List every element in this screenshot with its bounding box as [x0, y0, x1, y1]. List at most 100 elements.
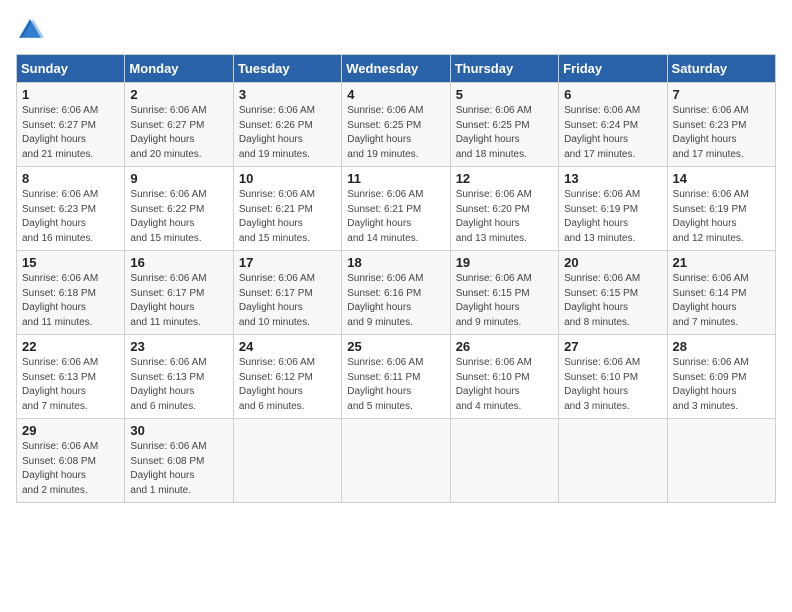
calendar-cell: [233, 419, 341, 503]
calendar-cell: 5 Sunrise: 6:06 AMSunset: 6:25 PMDayligh…: [450, 83, 558, 167]
calendar-week-row: 8 Sunrise: 6:06 AMSunset: 6:23 PMDayligh…: [17, 167, 776, 251]
calendar-cell: 7 Sunrise: 6:06 AMSunset: 6:23 PMDayligh…: [667, 83, 775, 167]
cell-info: Sunrise: 6:06 AMSunset: 6:17 PMDaylight …: [130, 273, 206, 328]
calendar-cell: 3 Sunrise: 6:06 AMSunset: 6:26 PMDayligh…: [233, 83, 341, 167]
day-number: 24: [239, 339, 336, 354]
calendar-cell: 10 Sunrise: 6:06 AMSunset: 6:21 PMDaylig…: [233, 167, 341, 251]
calendar-week-row: 22 Sunrise: 6:06 AMSunset: 6:13 PMDaylig…: [17, 335, 776, 419]
calendar-cell: 28 Sunrise: 6:06 AMSunset: 6:09 PMDaylig…: [667, 335, 775, 419]
calendar-cell: 25 Sunrise: 6:06 AMSunset: 6:11 PMDaylig…: [342, 335, 450, 419]
day-number: 8: [22, 171, 119, 186]
cell-info: Sunrise: 6:06 AMSunset: 6:20 PMDaylight …: [456, 189, 532, 244]
cell-info: Sunrise: 6:06 AMSunset: 6:18 PMDaylight …: [22, 273, 98, 328]
day-number: 11: [347, 171, 444, 186]
day-number: 30: [130, 423, 227, 438]
calendar-cell: 8 Sunrise: 6:06 AMSunset: 6:23 PMDayligh…: [17, 167, 125, 251]
cell-info: Sunrise: 6:06 AMSunset: 6:27 PMDaylight …: [22, 105, 98, 160]
cell-info: Sunrise: 6:06 AMSunset: 6:08 PMDaylight …: [130, 441, 206, 496]
calendar-cell: 15 Sunrise: 6:06 AMSunset: 6:18 PMDaylig…: [17, 251, 125, 335]
day-number: 28: [673, 339, 770, 354]
calendar-cell: 1 Sunrise: 6:06 AMSunset: 6:27 PMDayligh…: [17, 83, 125, 167]
calendar-cell: 17 Sunrise: 6:06 AMSunset: 6:17 PMDaylig…: [233, 251, 341, 335]
day-number: 2: [130, 87, 227, 102]
cell-info: Sunrise: 6:06 AMSunset: 6:10 PMDaylight …: [456, 357, 532, 412]
calendar-header-row: Sunday Monday Tuesday Wednesday Thursday…: [17, 55, 776, 83]
logo: [16, 16, 48, 44]
calendar-cell: 13 Sunrise: 6:06 AMSunset: 6:19 PMDaylig…: [559, 167, 667, 251]
calendar-cell: 24 Sunrise: 6:06 AMSunset: 6:12 PMDaylig…: [233, 335, 341, 419]
calendar-cell: 30 Sunrise: 6:06 AMSunset: 6:08 PMDaylig…: [125, 419, 233, 503]
logo-icon: [16, 16, 44, 44]
calendar-cell: 9 Sunrise: 6:06 AMSunset: 6:22 PMDayligh…: [125, 167, 233, 251]
cell-info: Sunrise: 6:06 AMSunset: 6:15 PMDaylight …: [564, 273, 640, 328]
cell-info: Sunrise: 6:06 AMSunset: 6:25 PMDaylight …: [347, 105, 423, 160]
cell-info: Sunrise: 6:06 AMSunset: 6:13 PMDaylight …: [22, 357, 98, 412]
day-number: 17: [239, 255, 336, 270]
cell-info: Sunrise: 6:06 AMSunset: 6:19 PMDaylight …: [673, 189, 749, 244]
calendar-cell: [342, 419, 450, 503]
cell-info: Sunrise: 6:06 AMSunset: 6:14 PMDaylight …: [673, 273, 749, 328]
day-number: 25: [347, 339, 444, 354]
header-wednesday: Wednesday: [342, 55, 450, 83]
cell-info: Sunrise: 6:06 AMSunset: 6:23 PMDaylight …: [673, 105, 749, 160]
calendar-cell: 26 Sunrise: 6:06 AMSunset: 6:10 PMDaylig…: [450, 335, 558, 419]
cell-info: Sunrise: 6:06 AMSunset: 6:09 PMDaylight …: [673, 357, 749, 412]
calendar-cell: 14 Sunrise: 6:06 AMSunset: 6:19 PMDaylig…: [667, 167, 775, 251]
day-number: 21: [673, 255, 770, 270]
day-number: 1: [22, 87, 119, 102]
cell-info: Sunrise: 6:06 AMSunset: 6:22 PMDaylight …: [130, 189, 206, 244]
cell-info: Sunrise: 6:06 AMSunset: 6:08 PMDaylight …: [22, 441, 98, 496]
day-number: 14: [673, 171, 770, 186]
calendar-cell: 11 Sunrise: 6:06 AMSunset: 6:21 PMDaylig…: [342, 167, 450, 251]
calendar-cell: 18 Sunrise: 6:06 AMSunset: 6:16 PMDaylig…: [342, 251, 450, 335]
day-number: 4: [347, 87, 444, 102]
calendar-cell: 23 Sunrise: 6:06 AMSunset: 6:13 PMDaylig…: [125, 335, 233, 419]
calendar-week-row: 29 Sunrise: 6:06 AMSunset: 6:08 PMDaylig…: [17, 419, 776, 503]
calendar-cell: [450, 419, 558, 503]
calendar-cell: 6 Sunrise: 6:06 AMSunset: 6:24 PMDayligh…: [559, 83, 667, 167]
day-number: 10: [239, 171, 336, 186]
day-number: 7: [673, 87, 770, 102]
cell-info: Sunrise: 6:06 AMSunset: 6:10 PMDaylight …: [564, 357, 640, 412]
header-saturday: Saturday: [667, 55, 775, 83]
day-number: 19: [456, 255, 553, 270]
cell-info: Sunrise: 6:06 AMSunset: 6:25 PMDaylight …: [456, 105, 532, 160]
cell-info: Sunrise: 6:06 AMSunset: 6:11 PMDaylight …: [347, 357, 423, 412]
calendar-cell: 19 Sunrise: 6:06 AMSunset: 6:15 PMDaylig…: [450, 251, 558, 335]
day-number: 5: [456, 87, 553, 102]
day-number: 16: [130, 255, 227, 270]
day-number: 22: [22, 339, 119, 354]
cell-info: Sunrise: 6:06 AMSunset: 6:16 PMDaylight …: [347, 273, 423, 328]
cell-info: Sunrise: 6:06 AMSunset: 6:19 PMDaylight …: [564, 189, 640, 244]
calendar-week-row: 1 Sunrise: 6:06 AMSunset: 6:27 PMDayligh…: [17, 83, 776, 167]
day-number: 23: [130, 339, 227, 354]
header: [16, 16, 776, 44]
calendar-cell: 22 Sunrise: 6:06 AMSunset: 6:13 PMDaylig…: [17, 335, 125, 419]
cell-info: Sunrise: 6:06 AMSunset: 6:27 PMDaylight …: [130, 105, 206, 160]
header-thursday: Thursday: [450, 55, 558, 83]
cell-info: Sunrise: 6:06 AMSunset: 6:21 PMDaylight …: [239, 189, 315, 244]
cell-info: Sunrise: 6:06 AMSunset: 6:26 PMDaylight …: [239, 105, 315, 160]
day-number: 12: [456, 171, 553, 186]
calendar-cell: 2 Sunrise: 6:06 AMSunset: 6:27 PMDayligh…: [125, 83, 233, 167]
cell-info: Sunrise: 6:06 AMSunset: 6:21 PMDaylight …: [347, 189, 423, 244]
calendar-cell: 27 Sunrise: 6:06 AMSunset: 6:10 PMDaylig…: [559, 335, 667, 419]
cell-info: Sunrise: 6:06 AMSunset: 6:17 PMDaylight …: [239, 273, 315, 328]
cell-info: Sunrise: 6:06 AMSunset: 6:23 PMDaylight …: [22, 189, 98, 244]
calendar-cell: [559, 419, 667, 503]
cell-info: Sunrise: 6:06 AMSunset: 6:15 PMDaylight …: [456, 273, 532, 328]
header-sunday: Sunday: [17, 55, 125, 83]
calendar-cell: 20 Sunrise: 6:06 AMSunset: 6:15 PMDaylig…: [559, 251, 667, 335]
day-number: 15: [22, 255, 119, 270]
day-number: 18: [347, 255, 444, 270]
header-monday: Monday: [125, 55, 233, 83]
calendar-cell: 21 Sunrise: 6:06 AMSunset: 6:14 PMDaylig…: [667, 251, 775, 335]
calendar-cell: 12 Sunrise: 6:06 AMSunset: 6:20 PMDaylig…: [450, 167, 558, 251]
calendar-cell: 29 Sunrise: 6:06 AMSunset: 6:08 PMDaylig…: [17, 419, 125, 503]
cell-info: Sunrise: 6:06 AMSunset: 6:12 PMDaylight …: [239, 357, 315, 412]
day-number: 6: [564, 87, 661, 102]
cell-info: Sunrise: 6:06 AMSunset: 6:24 PMDaylight …: [564, 105, 640, 160]
day-number: 27: [564, 339, 661, 354]
calendar-cell: 16 Sunrise: 6:06 AMSunset: 6:17 PMDaylig…: [125, 251, 233, 335]
header-tuesday: Tuesday: [233, 55, 341, 83]
